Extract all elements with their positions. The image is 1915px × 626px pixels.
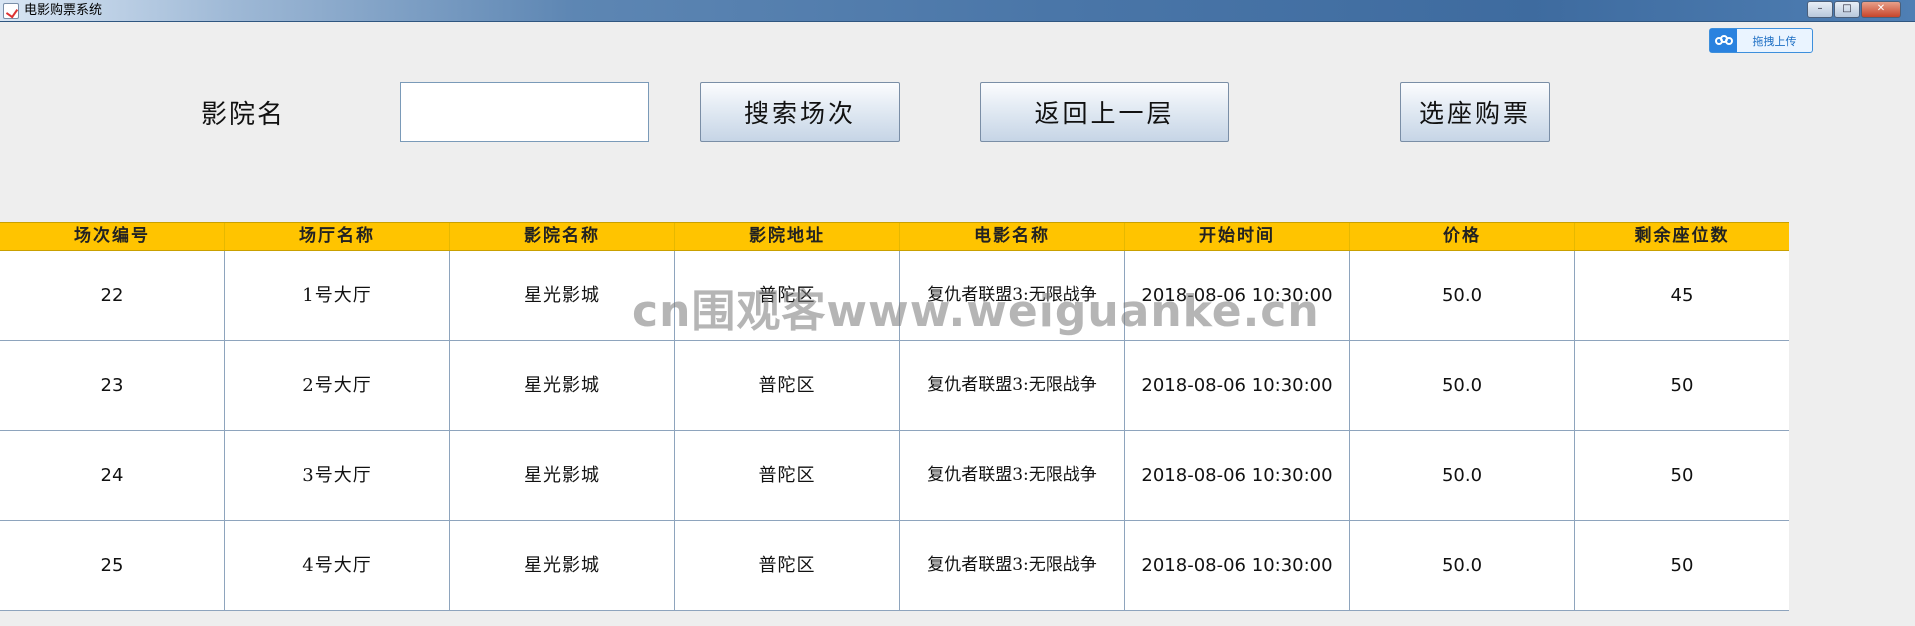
window-controls: – □ ✕ — [1807, 1, 1901, 18]
column-header-price[interactable]: 价格 — [1350, 223, 1575, 250]
table-body: 22 1号大厅 星光影城 普陀区 复仇者联盟3:无限战争 2018-08-06 … — [0, 251, 1789, 611]
search-sessions-button[interactable]: 搜索场次 — [700, 82, 900, 142]
cell-cinema-address: 普陀区 — [675, 521, 900, 610]
cell-session-id: 23 — [0, 341, 225, 430]
cell-cinema-address: 普陀区 — [675, 341, 900, 430]
back-button[interactable]: 返回上一层 — [980, 82, 1229, 142]
column-header-cinema-name[interactable]: 影院名称 — [450, 223, 675, 250]
column-header-remaining-seats[interactable]: 剩余座位数 — [1575, 223, 1789, 250]
close-button[interactable]: ✕ — [1861, 1, 1901, 18]
cell-price: 50.0 — [1350, 341, 1575, 430]
cell-remaining-seats: 50 — [1670, 465, 1694, 486]
cell-cinema-name: 星光影城 — [450, 521, 675, 610]
cell-remaining-seats: 50 — [1670, 375, 1694, 396]
cell-hall-name: 1号大厅 — [225, 251, 450, 340]
cell-movie-name: 复仇者联盟3:无限战争 — [900, 521, 1125, 610]
cell-start-time: 2018-08-06 10:30:00 — [1125, 431, 1350, 520]
drag-upload-label: 拖拽上传 — [1752, 34, 1797, 48]
column-header-cinema-address[interactable]: 影院地址 — [675, 223, 900, 250]
column-header-session-id[interactable]: 场次编号 — [0, 223, 225, 250]
cell-hall-name: 2号大厅 — [225, 341, 450, 430]
table-row[interactable]: 23 2号大厅 星光影城 普陀区 复仇者联盟3:无限战争 2018-08-06 … — [0, 341, 1789, 431]
cell-cinema-name: 星光影城 — [450, 431, 675, 520]
cell-session-id: 24 — [0, 431, 225, 520]
java-app-icon — [3, 3, 19, 19]
cell-price: 50.0 — [1350, 431, 1575, 520]
cell-session-id: 25 — [0, 521, 225, 610]
table-header: 场次编号 场厅名称 影院名称 影院地址 电影名称 开始时间 价格 剩余座位数 — [0, 222, 1789, 251]
cloud-icon — [1710, 29, 1737, 52]
cell-cinema-name: 星光影城 — [450, 251, 675, 340]
table-row[interactable]: 22 1号大厅 星光影城 普陀区 复仇者联盟3:无限战争 2018-08-06 … — [0, 251, 1789, 341]
cinema-name-input[interactable] — [400, 82, 649, 142]
cell-start-time: 2018-08-06 10:30:00 — [1125, 341, 1350, 430]
column-header-movie-name[interactable]: 电影名称 — [900, 223, 1125, 250]
cell-price: 50.0 — [1350, 251, 1575, 340]
column-header-hall-name[interactable]: 场厅名称 — [225, 223, 450, 250]
select-seat-buy-button[interactable]: 选座购票 — [1400, 82, 1550, 142]
cell-movie-name: 复仇者联盟3:无限战争 — [900, 251, 1125, 340]
cell-start-time: 2018-08-06 10:30:00 — [1125, 251, 1350, 340]
minimize-button[interactable]: – — [1807, 1, 1833, 18]
cell-price: 50.0 — [1350, 521, 1575, 610]
drag-upload-button[interactable]: 拖拽上传 — [1709, 28, 1813, 53]
cell-session-id: 22 — [0, 251, 225, 340]
window-title: 电影购票系统 — [24, 3, 103, 18]
column-header-start-time[interactable]: 开始时间 — [1125, 223, 1350, 250]
cell-remaining-seats: 45 — [1670, 285, 1694, 306]
cell-remaining-seats: 50 — [1670, 555, 1694, 576]
cell-hall-name: 3号大厅 — [225, 431, 450, 520]
cell-movie-name: 复仇者联盟3:无限战争 — [900, 431, 1125, 520]
cell-hall-name: 4号大厅 — [225, 521, 450, 610]
cell-cinema-name: 星光影城 — [450, 341, 675, 430]
cell-start-time: 2018-08-06 10:30:00 — [1125, 521, 1350, 610]
app-window: 电影购票系统 – □ ✕ 拖拽上传 影院名 搜索场次 返回上一层 选座购票 场次… — [0, 0, 1915, 626]
title-bar[interactable]: 电影购票系统 – □ ✕ — [0, 0, 1915, 22]
table-row[interactable]: 24 3号大厅 星光影城 普陀区 复仇者联盟3:无限战争 2018-08-06 … — [0, 431, 1789, 521]
cell-cinema-address: 普陀区 — [675, 431, 900, 520]
maximize-button[interactable]: □ — [1834, 1, 1860, 18]
sessions-table: 场次编号 场厅名称 影院名称 影院地址 电影名称 开始时间 价格 剩余座位数 2… — [0, 222, 1789, 611]
table-row[interactable]: 25 4号大厅 星光影城 普陀区 复仇者联盟3:无限战争 2018-08-06 … — [0, 521, 1789, 611]
cinema-name-label: 影院名 — [201, 100, 286, 130]
cell-movie-name: 复仇者联盟3:无限战争 — [900, 341, 1125, 430]
cell-cinema-address: 普陀区 — [675, 251, 900, 340]
